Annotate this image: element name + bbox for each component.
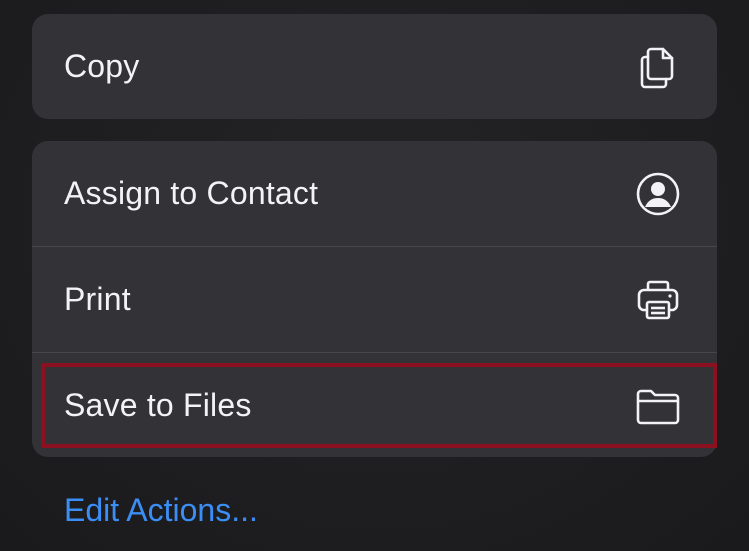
person-circle-icon bbox=[633, 169, 683, 219]
print-label: Print bbox=[64, 281, 131, 317]
copy-label: Copy bbox=[64, 48, 140, 84]
assign-to-contact-label: Assign to Contact bbox=[64, 175, 319, 211]
action-group-main: Assign to Contact Print Save to Files bbox=[32, 141, 717, 457]
folder-icon bbox=[633, 381, 683, 431]
save-to-files-label: Save to Files bbox=[64, 387, 252, 423]
save-to-files-action[interactable]: Save to Files bbox=[32, 352, 717, 457]
print-action[interactable]: Print bbox=[32, 246, 717, 352]
action-group-copy: Copy bbox=[32, 14, 717, 119]
edit-actions-link[interactable]: Edit Actions... bbox=[64, 492, 258, 529]
share-sheet: Copy Assign to Contact Print Save to Fil… bbox=[0, 0, 749, 551]
assign-to-contact-action[interactable]: Assign to Contact bbox=[32, 141, 717, 246]
printer-icon bbox=[633, 275, 683, 325]
copy-icon bbox=[633, 42, 683, 92]
copy-action[interactable]: Copy bbox=[32, 14, 717, 119]
